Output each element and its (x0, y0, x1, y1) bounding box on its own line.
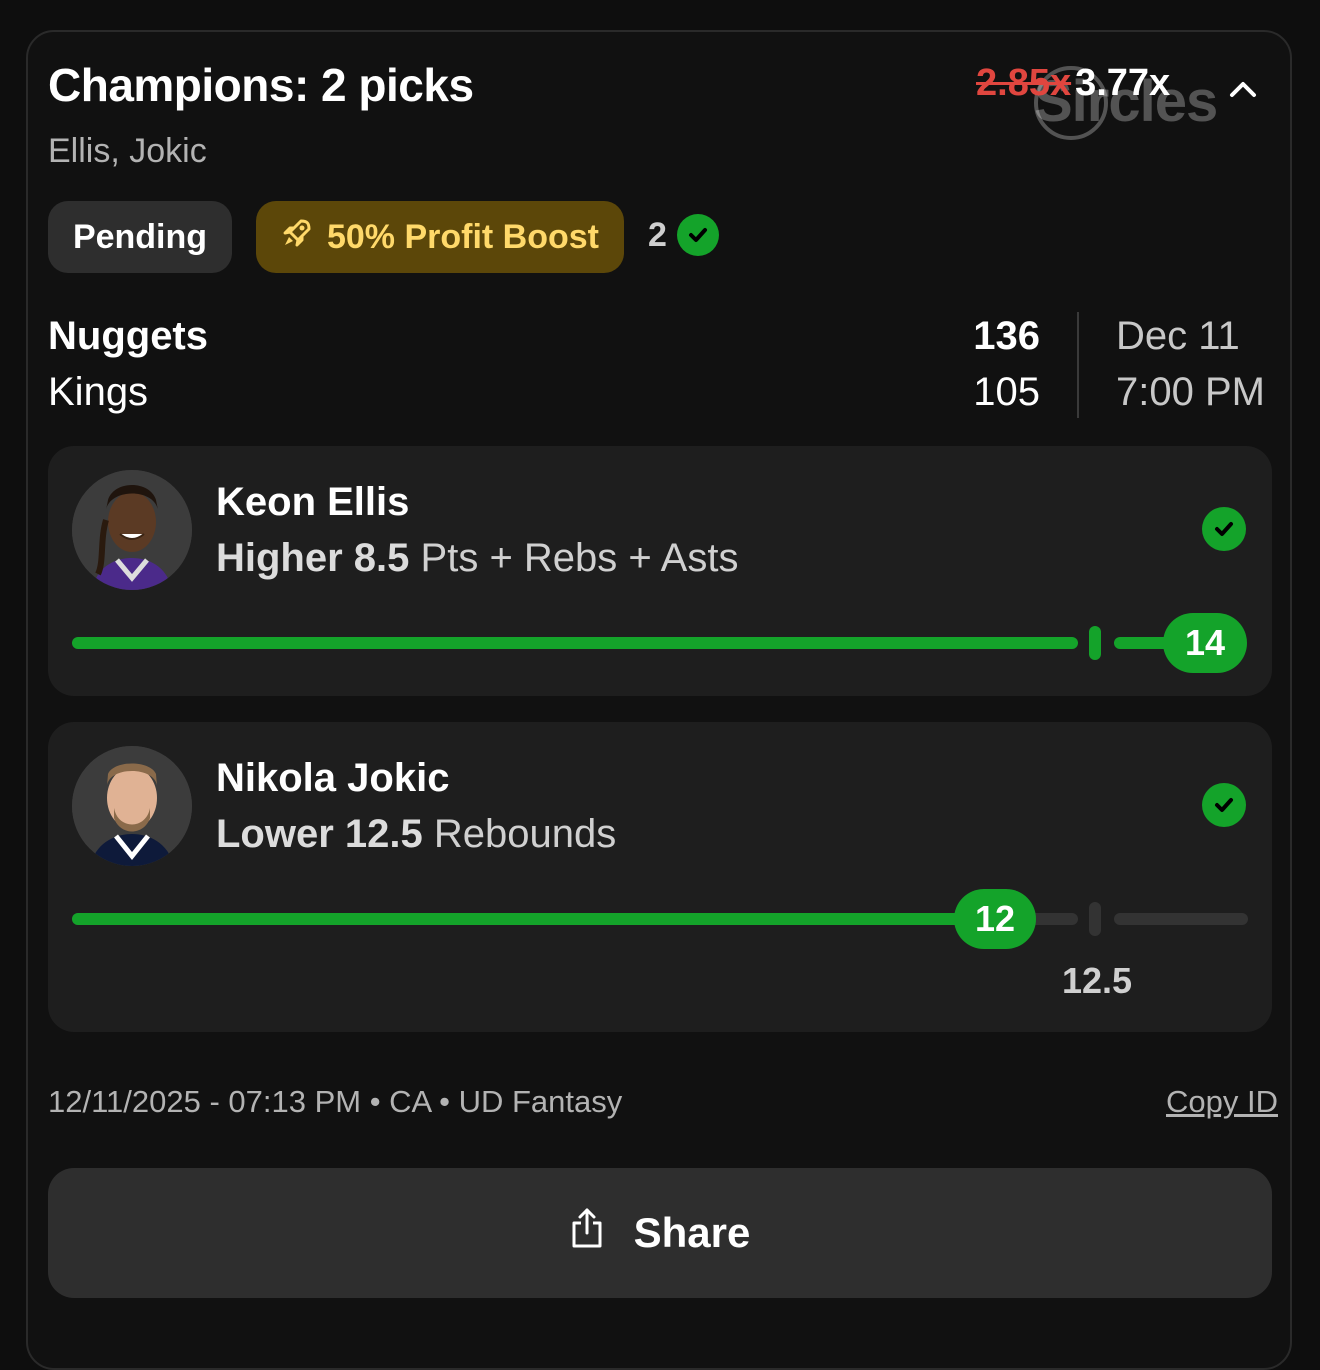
team-home: Nuggets (48, 314, 208, 358)
status-badge: Pending (48, 201, 232, 273)
score-home: 136 (973, 314, 1040, 358)
progress-bar-track-remaining (1114, 913, 1248, 925)
pick-stat: Pts + Rebs + Asts (420, 536, 739, 580)
entry-title: Champions: 2 picks (48, 59, 474, 111)
progress-bar-fill (72, 913, 992, 925)
game-time: 7:00 PM (1116, 370, 1265, 414)
score-divider (1077, 312, 1079, 418)
player-avatar (72, 746, 192, 866)
team-away: Kings (48, 370, 149, 414)
pick-stat: Rebounds (433, 812, 617, 856)
pick-line: Higher 8.5 Pts + Rebs + Asts (216, 536, 738, 581)
copy-id-link[interactable]: Copy ID (1166, 1084, 1278, 1120)
new-multiplier: 3.77x (1075, 62, 1171, 104)
check-circle-icon (676, 214, 719, 256)
rocket-icon (281, 217, 313, 258)
entry-players: Ellis, Jokic (48, 132, 207, 170)
wins-count: 2 (648, 214, 719, 256)
line-marker (1089, 902, 1101, 936)
pick-line: Lower 12.5 Rebounds (216, 812, 616, 857)
entry-meta: 12/11/2025 - 07:13 PM • CA • UD Fantasy (48, 1084, 623, 1119)
share-label: Share (633, 1209, 751, 1256)
pick-direction-line: Higher 8.5 (216, 536, 410, 580)
game-date: Dec 11 (1116, 314, 1240, 358)
share-icon (570, 1207, 604, 1259)
wins-count-value: 2 (648, 215, 667, 254)
progress-bar-fill (72, 637, 1078, 649)
score-away: 105 (973, 370, 1040, 414)
player-name: Nikola Jokic (216, 756, 450, 800)
pick-direction-line: Lower 12.5 (216, 812, 423, 856)
line-marker (1089, 626, 1101, 660)
boost-label: 50% Profit Boost (326, 217, 600, 256)
result-bubble: 14 (1163, 613, 1247, 673)
old-multiplier: 2.85x (976, 62, 1072, 104)
player-avatar (72, 470, 192, 590)
payout-multiplier: 2.85x 3.77x (976, 62, 1170, 105)
share-button[interactable]: Share (48, 1168, 1272, 1298)
line-threshold-label: 12.5 (1062, 960, 1133, 1001)
player-name: Keon Ellis (216, 480, 410, 524)
pick-won-check-icon (1202, 507, 1246, 551)
profit-boost-badge: 50% Profit Boost (256, 201, 624, 273)
result-bubble: 12 (954, 889, 1036, 949)
collapse-chevron-icon[interactable] (1226, 72, 1260, 106)
pick-won-check-icon (1202, 783, 1246, 827)
